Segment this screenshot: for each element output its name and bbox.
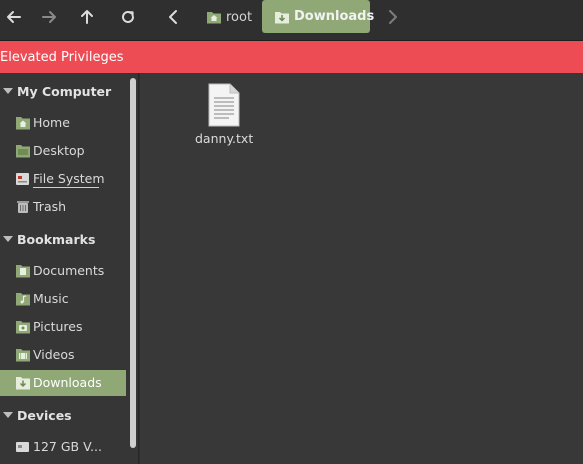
sidebar-item-downloads[interactable]: Downloads <box>0 370 126 396</box>
section-my-computer[interactable]: My Computer <box>0 79 126 103</box>
text-file-icon <box>208 83 240 127</box>
file-item[interactable]: danny.txt <box>195 83 253 146</box>
section-title: My Computer <box>17 83 112 99</box>
expander-arrow-icon <box>3 88 13 94</box>
reload-button[interactable] <box>114 4 142 30</box>
sidebar-item-label: Pictures <box>33 319 83 334</box>
sidebar-item-label: Trash <box>33 199 67 214</box>
breadcrumb-root-label: root <box>226 9 253 25</box>
section-title: Bookmarks <box>17 231 96 247</box>
sidebar-item-label: Music <box>33 291 69 306</box>
pictures-folder-icon <box>16 321 30 334</box>
sidebar-item-documents[interactable]: Documents <box>0 258 126 284</box>
file-name: danny.txt <box>195 131 254 146</box>
forward-button[interactable] <box>35 4 63 30</box>
up-button[interactable] <box>73 4 101 30</box>
elevated-privileges-text: Elevated Privileges <box>0 49 124 65</box>
sidebar-item-label: File System <box>33 171 105 186</box>
home-folder-icon <box>206 10 222 24</box>
home-folder-icon <box>16 117 30 130</box>
breadcrumb-downloads[interactable]: Downloads <box>262 0 374 33</box>
chevron-right-icon <box>389 10 397 24</box>
sidebar-item-file-system[interactable]: File System <box>0 166 126 192</box>
arrow-left-icon <box>7 11 21 23</box>
drive-icon <box>16 442 29 452</box>
file-view[interactable]: danny.txt <box>140 73 583 464</box>
drive-icon <box>16 173 29 185</box>
breadcrumb-next-button[interactable] <box>378 4 406 30</box>
expander-arrow-icon <box>3 236 13 242</box>
sidebar-item-label: Documents <box>33 263 105 278</box>
sidebar-item-label: Videos <box>33 347 75 362</box>
arrow-up-icon <box>81 10 93 24</box>
section-devices[interactable]: Devices <box>0 403 126 427</box>
breadcrumb-root[interactable]: root <box>200 2 258 32</box>
sidebar-item-pictures[interactable]: Pictures <box>0 314 126 340</box>
chevron-left-icon <box>169 10 177 24</box>
back-button[interactable] <box>0 4 28 30</box>
expander-arrow-icon <box>3 412 13 418</box>
section-bookmarks[interactable]: Bookmarks <box>0 227 126 251</box>
sidebar-item-label: Downloads <box>33 375 102 390</box>
sidebar-item-label: Desktop <box>33 143 85 158</box>
sidebar-item-music[interactable]: Music <box>0 286 126 312</box>
downloads-folder-icon <box>274 10 290 24</box>
sidebar-item-trash[interactable]: Trash <box>0 194 126 220</box>
sidebar-item-home[interactable]: Home <box>0 110 126 136</box>
videos-folder-icon <box>16 349 30 362</box>
section-title: Devices <box>17 407 72 423</box>
music-folder-icon <box>16 293 30 306</box>
reload-icon <box>122 10 134 23</box>
toolbar: root Downloads <box>0 0 583 41</box>
sidebar-item-desktop[interactable]: Desktop <box>0 138 126 164</box>
downloads-folder-icon <box>16 377 30 390</box>
elevated-privileges-banner: Elevated Privileges <box>0 41 583 73</box>
sidebar-scrollbar[interactable] <box>130 78 136 448</box>
sidebar-item-label: Home <box>33 115 70 130</box>
breadcrumb-previous-button[interactable] <box>160 4 188 30</box>
capacity-bar <box>33 187 99 188</box>
sidebar-item-volume[interactable]: 127 GB V... <box>0 434 126 460</box>
desktop-icon <box>16 145 30 158</box>
sidebar-item-label: 127 GB V... <box>33 439 102 454</box>
documents-folder-icon <box>16 265 30 278</box>
sidebar-item-videos[interactable]: Videos <box>0 342 126 368</box>
file-manager-window: root Downloads Elevated Privileges My Co… <box>0 0 583 464</box>
arrow-right-icon <box>42 11 56 23</box>
breadcrumb-downloads-label: Downloads <box>294 9 375 24</box>
trash-icon <box>17 201 29 213</box>
